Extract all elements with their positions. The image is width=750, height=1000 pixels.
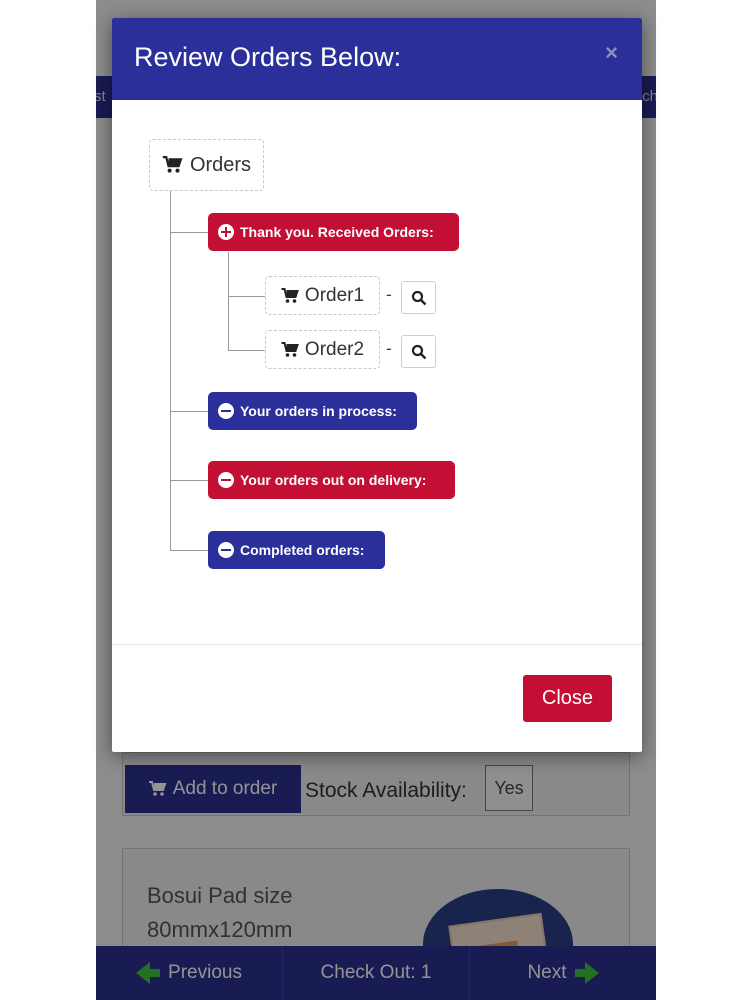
tree-root-label: Orders bbox=[189, 153, 252, 176]
modal-footer: Close bbox=[112, 644, 642, 752]
close-button[interactable]: Close bbox=[523, 675, 612, 722]
modal-title: Review Orders Below: bbox=[134, 42, 402, 72]
order-separator: - bbox=[386, 339, 392, 358]
group-label: Your orders out on delivery: bbox=[240, 472, 427, 488]
minus-circle-icon bbox=[218, 403, 234, 419]
group-label: Thank you. Received Orders: bbox=[240, 224, 434, 240]
view-order2-button[interactable] bbox=[401, 335, 436, 368]
minus-circle-icon bbox=[218, 472, 234, 488]
group-orders-out-on-delivery[interactable]: Your orders out on delivery: bbox=[208, 461, 455, 499]
order-node-order1[interactable]: Order1 bbox=[265, 276, 380, 315]
search-icon bbox=[411, 344, 426, 359]
order-separator: - bbox=[386, 285, 392, 304]
plus-circle-icon bbox=[218, 224, 234, 240]
shopping-cart-icon bbox=[281, 341, 299, 357]
tree-branch-line bbox=[170, 480, 208, 481]
tree-branch-line bbox=[170, 411, 208, 412]
subtree-branch-line bbox=[228, 350, 265, 351]
tree-trunk-line bbox=[170, 189, 171, 550]
modal-header: Review Orders Below: × bbox=[112, 18, 642, 100]
shopping-cart-icon bbox=[281, 287, 299, 303]
review-orders-modal: Review Orders Below: × Orders Thank you.… bbox=[112, 18, 642, 752]
modal-body: Orders Thank you. Received Orders: Order… bbox=[112, 100, 642, 644]
group-completed-orders[interactable]: Completed orders: bbox=[208, 531, 385, 569]
minus-circle-icon bbox=[218, 542, 234, 558]
tree-root-orders[interactable]: Orders bbox=[149, 139, 264, 191]
tree-branch-line bbox=[170, 232, 208, 233]
group-received-orders[interactable]: Thank you. Received Orders: bbox=[208, 213, 459, 251]
group-orders-in-process[interactable]: Your orders in process: bbox=[208, 392, 417, 430]
tree-branch-line bbox=[170, 550, 208, 551]
subtree-line bbox=[228, 252, 229, 351]
order-label: Order1 bbox=[304, 284, 365, 306]
order-label: Order2 bbox=[304, 338, 365, 360]
group-label: Completed orders: bbox=[240, 542, 365, 558]
close-icon[interactable]: × bbox=[605, 40, 618, 66]
shopping-cart-icon bbox=[162, 156, 183, 173]
view-order1-button[interactable] bbox=[401, 281, 436, 314]
group-label: Your orders in process: bbox=[240, 403, 397, 419]
search-icon bbox=[411, 290, 426, 305]
order-node-order2[interactable]: Order2 bbox=[265, 330, 380, 369]
subtree-branch-line bbox=[228, 296, 265, 297]
